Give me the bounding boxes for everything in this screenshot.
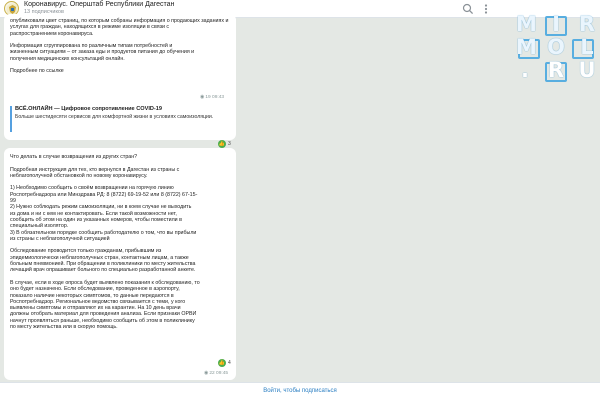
watermark-letter: O [547, 35, 565, 59]
watermark-letter: M [516, 12, 537, 36]
search-icon[interactable] [462, 3, 474, 15]
watermark-letter: M [516, 35, 537, 59]
message-text: Что делать в случае возвращения из други… [10, 154, 200, 331]
link-preview-title[interactable]: ВСЁ.ОНЛАЙН — Цифровое сопротивление COVI… [15, 106, 232, 112]
message-feed[interactable]: опубликовали цвет страниц, по которым со… [0, 14, 600, 382]
watermark-letter: R [578, 12, 596, 36]
watermark-row: . R U [516, 58, 596, 82]
message-text: опубликовали цвет страниц, по которым со… [10, 18, 229, 75]
watermark-letter: L [580, 35, 594, 59]
watermark-logo: M I R M O L . R U [516, 12, 596, 84]
watermark-letter: R [547, 58, 565, 82]
link-preview[interactable]: ВСЁ.ОНЛАЙН — Цифровое сопротивление COVI… [10, 106, 232, 132]
message-meta: ◉22 09:45 [204, 370, 228, 376]
thumbs-up-icon[interactable]: 👍 [218, 140, 226, 148]
eye-icon: ◉ [204, 370, 209, 376]
watermark-letter: U [578, 58, 596, 82]
channel-title[interactable]: Коронавирус. Оперштаб Республики Дагеста… [24, 1, 174, 8]
watermark-letter: I [552, 12, 560, 36]
watermark-row: M I R [516, 12, 596, 36]
join-button[interactable]: Войти, чтобы подписаться [0, 383, 600, 400]
link-preview-description: Больше шестидесяти сервисов для комфортн… [15, 114, 214, 120]
more-vertical-icon[interactable] [480, 3, 492, 15]
reaction-count: 4 [228, 360, 231, 366]
view-count: 19 09:43 [205, 95, 225, 100]
message-bubble: опубликовали цвет страниц, по которым со… [4, 14, 236, 140]
message-bubble: Что делать в случае возвращения из други… [4, 148, 236, 380]
watermark-row: M O L [516, 35, 596, 59]
view-count: 22 09:45 [209, 371, 229, 376]
thumbs-up-icon[interactable]: 👍 [218, 359, 226, 367]
reaction-count: 3 [228, 141, 231, 147]
eye-icon: ◉ [200, 94, 205, 100]
message-meta: ◉19 09:43 [200, 94, 224, 100]
watermark-letter: . [521, 58, 529, 82]
join-bar: Войти, чтобы подписаться [0, 382, 600, 400]
